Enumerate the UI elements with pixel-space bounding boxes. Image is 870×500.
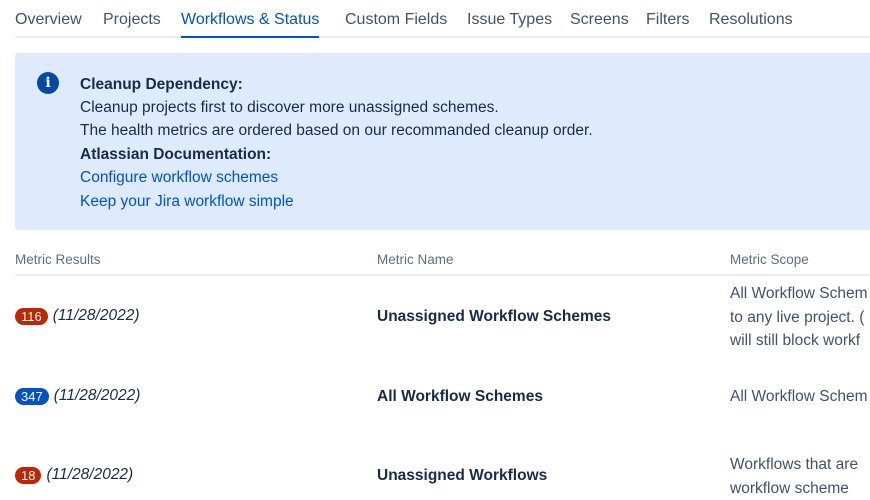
scope-line: All Workflow Schem (730, 282, 870, 306)
scope-line: Workflows that are (730, 453, 870, 477)
scope-line: All Workflow Schem (730, 385, 870, 409)
metric-name: All Workflow Schemes (377, 387, 543, 407)
metric-name: Unassigned Workflow Schemes (377, 307, 611, 327)
scope-line: workflow scheme (730, 477, 870, 500)
link-keep-workflow-simple[interactable]: Keep your Jira workflow simple (80, 192, 294, 212)
tab-screens[interactable]: Screens (570, 10, 629, 30)
tab-overview[interactable]: Overview (15, 10, 82, 30)
metric-scope: All Workflow Schem (730, 385, 870, 409)
count-badge: 18 (15, 467, 41, 484)
metric-name: Unassigned Workflows (377, 466, 547, 486)
info-heading: Cleanup Dependency: (80, 75, 243, 95)
table-row-results: 347 (11/28/2022) (15, 387, 140, 405)
metric-date: (11/28/2022) (54, 387, 141, 405)
table-header-divider (15, 274, 870, 276)
tab-projects[interactable]: Projects (103, 10, 161, 30)
scope-line: to any live project. ( (730, 306, 870, 330)
tab-resolutions[interactable]: Resolutions (709, 10, 793, 30)
table-row-results: 18 (11/28/2022) (15, 466, 133, 484)
count-badge: 116 (15, 308, 48, 325)
tab-bar: Overview Projects Workflows & Status Cus… (15, 0, 870, 38)
info-text: Cleanup projects first to discover more … (80, 98, 499, 118)
column-header-metric-scope[interactable]: Metric Scope (730, 251, 809, 269)
info-icon: i (37, 72, 59, 94)
column-header-metric-name[interactable]: Metric Name (377, 251, 454, 269)
docs-heading: Atlassian Documentation: (80, 145, 271, 165)
metric-date: (11/28/2022) (53, 307, 140, 325)
metric-scope: All Workflow Schem to any live project. … (730, 282, 870, 353)
metric-date: (11/28/2022) (46, 466, 133, 484)
info-panel: i Cleanup Dependency: Cleanup projects f… (15, 53, 870, 230)
table-row-results: 116 (11/28/2022) (15, 307, 139, 325)
scope-line: will still block workf (730, 329, 870, 353)
column-header-metric-results[interactable]: Metric Results (15, 251, 101, 269)
tab-filters[interactable]: Filters (646, 10, 690, 30)
count-badge: 347 (15, 388, 49, 405)
link-configure-workflow-schemes[interactable]: Configure workflow schemes (80, 168, 278, 188)
tab-issue-types[interactable]: Issue Types (467, 10, 552, 30)
tab-custom-fields[interactable]: Custom Fields (345, 10, 447, 30)
tab-workflows-status[interactable]: Workflows & Status (181, 10, 319, 30)
metric-scope: Workflows that are workflow scheme (730, 453, 870, 500)
info-text: The health metrics are ordered based on … (80, 121, 593, 141)
